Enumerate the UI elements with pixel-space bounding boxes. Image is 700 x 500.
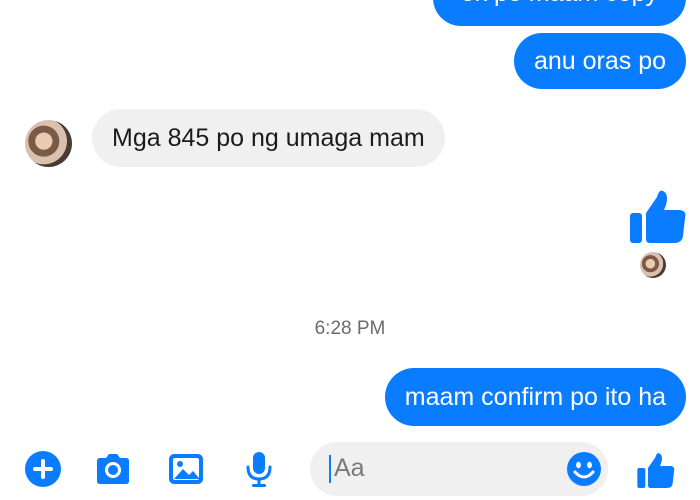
message-text: Mga 845 po ng umaga mam [112,124,425,152]
outgoing-message[interactable]: maam confirm po ito ha [384,368,686,426]
outgoing-message[interactable]: ok po maam copy [432,0,686,26]
contact-avatar[interactable] [25,120,72,167]
message-text: anu oras po [533,47,666,75]
incoming-message[interactable]: Mga 845 po ng umaga mam [92,109,445,167]
message-text: maam confirm po ito ha [404,383,666,411]
read-receipt-avatar [640,252,666,278]
text-cursor [329,455,331,483]
photo-icon[interactable] [166,449,206,489]
message-timestamp: 6:28 PM [314,318,386,339]
microphone-icon[interactable] [239,449,279,489]
message-text: ok po maam copy [461,0,658,8]
thumbs-up-icon[interactable] [636,450,676,490]
input-placeholder: Aa [334,454,365,482]
emoji-icon[interactable] [566,451,602,487]
camera-icon[interactable] [93,449,133,489]
plus-icon[interactable] [23,449,63,489]
message-input[interactable]: Aa [310,442,608,496]
outgoing-message[interactable]: anu oras po [513,33,686,89]
thumbs-up-icon[interactable] [628,186,688,246]
